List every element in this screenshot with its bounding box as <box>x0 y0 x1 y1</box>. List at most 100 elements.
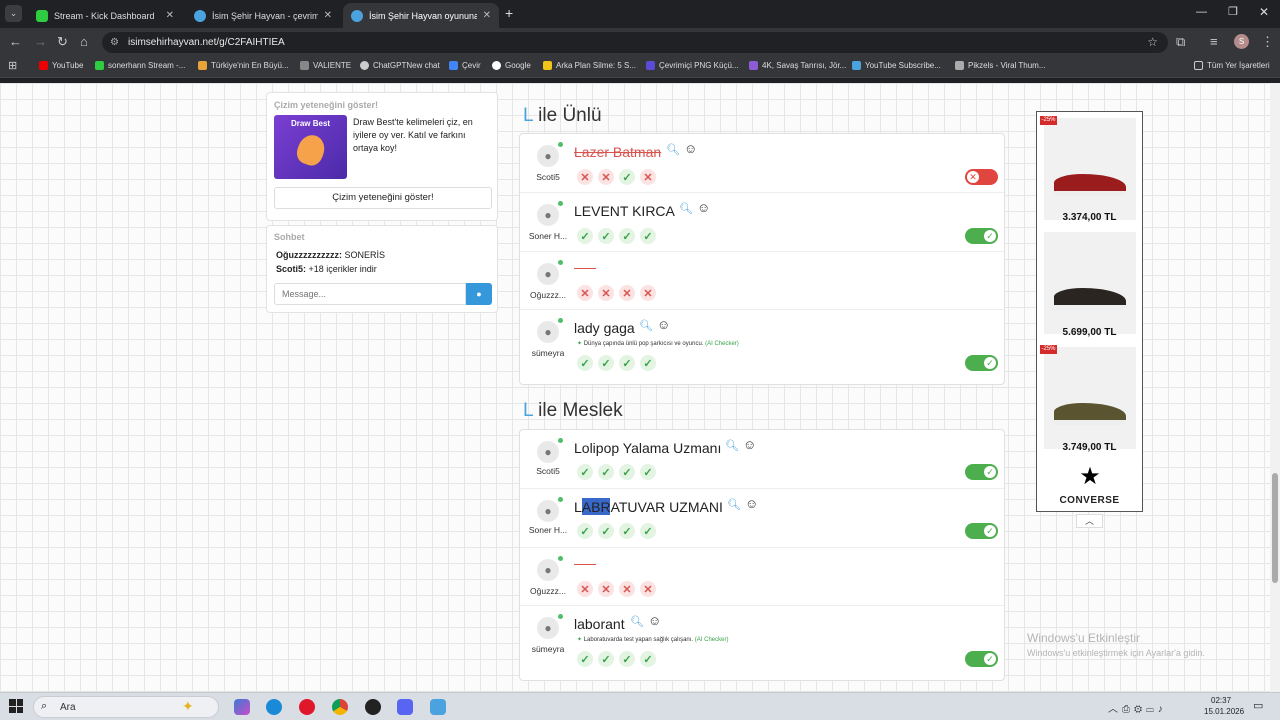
bookmark-turkiye[interactable]: Türkiye'nin En Büyü... <box>198 61 289 70</box>
shoe-image[interactable] <box>1044 347 1136 449</box>
back-icon[interactable]: ← <box>9 34 22 50</box>
emoji-icon[interactable]: ☺ <box>648 613 661 628</box>
emoji-icon[interactable]: ☺ <box>697 200 710 215</box>
notification-icon[interactable]: ▭ <box>1253 699 1263 712</box>
answer-row: ● Scoti5 Lolipop Yalama Uzmanı 🔍︎ ☺ ✓ ✓ ✓ ✓… <box>520 430 1004 489</box>
new-tab-button[interactable]: + <box>505 5 513 21</box>
menu-icon[interactable]: ⋮ <box>1261 34 1274 50</box>
red-shoe-icon <box>1054 174 1126 196</box>
taskbar-search[interactable]: ⌕ Ara ✦ <box>33 696 219 718</box>
close-icon[interactable]: ✕ <box>166 10 174 21</box>
tab-ish-1[interactable]: İsim Şehir Hayvan - çevrimiçi oy ✕ <box>186 3 340 28</box>
site-info-icon[interactable]: ⚙ <box>110 32 119 53</box>
search-icon[interactable]: 🔍︎ <box>639 319 653 332</box>
check-icon: ✓ <box>984 466 996 478</box>
tray-icons[interactable]: ︿⎙⚙▭♪ <box>1108 700 1167 715</box>
emoji-icon[interactable]: ☺ <box>745 496 758 511</box>
search-icon[interactable]: 🔍︎ <box>666 143 680 156</box>
apps-icon[interactable]: ⊞ <box>8 59 17 72</box>
converse-ad[interactable]: -25% 3.374,00 TL 5.699,00 TL -25% 3.749,… <box>1036 111 1143 512</box>
bookmark-youtube[interactable]: YouTube <box>39 61 83 70</box>
ai-hint: ✦ Laboratuvarda test yapan sağlık çalışa… <box>577 637 729 643</box>
vote-yes-icon: ✓ <box>640 651 656 667</box>
vote-toggle[interactable]: ✓ <box>965 464 998 480</box>
extensions-icon[interactable]: ⧉ <box>1176 34 1185 50</box>
bookmark-valiente[interactable]: VALIENTE <box>300 61 351 70</box>
price-label: 3.749,00 TL <box>1062 442 1117 453</box>
answer-word[interactable]: LABRATUVAR UZMANI <box>574 499 723 515</box>
search-icon[interactable]: 🔍︎ <box>630 615 644 628</box>
home-icon[interactable]: ⌂ <box>80 34 88 50</box>
vote-marks: ✓ ✓ ✓ ✓ <box>577 228 656 244</box>
bookmark-4k[interactable]: 4K, Savaş Tanrısı, Jör... <box>749 61 846 70</box>
search-icon[interactable]: 🔍︎ <box>725 439 739 452</box>
globe-icon <box>351 9 363 22</box>
vote-no-icon: ✕ <box>640 169 656 185</box>
search-icon[interactable]: 🔍︎ <box>679 202 693 215</box>
obs-icon[interactable] <box>365 699 381 715</box>
search-icon[interactable]: 🔍︎ <box>727 498 741 511</box>
app-icon[interactable] <box>430 699 446 715</box>
window-close-icon[interactable]: ✕ <box>1259 5 1269 19</box>
bookmark-star-icon[interactable]: ☆ <box>1147 32 1158 53</box>
reading-list-icon[interactable]: ≡ <box>1210 34 1218 50</box>
bookmark-png[interactable]: Çevrimiçi PNG Küçü... <box>646 61 739 70</box>
address-bar[interactable]: ⚙ isimsehirhayvan.net/g/C2FAIHTIEA ☆ <box>102 32 1168 53</box>
bookmark-kick[interactable]: sonerhann Stream -... <box>95 61 185 70</box>
tab-ish-2[interactable]: İsim Şehir Hayvan oyununa katı ✕ <box>343 3 499 28</box>
edge-icon[interactable] <box>266 699 282 715</box>
answer-row: ● Soner H... LEVENT KIRCA 🔍︎ ☺ ✓ ✓ ✓ ✓ ✓ <box>520 193 1004 252</box>
avatar[interactable]: S <box>1234 34 1249 49</box>
scrollbar[interactable] <box>1270 83 1280 692</box>
converse-logo-icon: ★ <box>1079 463 1101 490</box>
tab-kick[interactable]: Stream - Kick Dashboard ✕ <box>28 3 182 28</box>
black-shoe-icon <box>1054 288 1126 310</box>
draw-best-thumbnail[interactable]: Draw Best <box>274 115 347 179</box>
vote-toggle[interactable]: ✓ <box>965 228 998 244</box>
bookmark-arka-plan[interactable]: Arka Plan Silme: 5 S... <box>543 61 636 70</box>
bookmark-chatgpt[interactable]: ChatGPTNew chat <box>360 61 440 70</box>
chat-input[interactable] <box>274 283 466 305</box>
opera-icon[interactable] <box>299 699 315 715</box>
bookmark-cevir[interactable]: Çevir <box>449 61 481 70</box>
sparkle-icon: ✦ <box>182 698 194 714</box>
answers-card-unlu: ● Scoti5 Lazer Batman 🔍︎ ☺ ✕ ✕ ✓ ✕ ✕ ● Sone… <box>519 133 1005 385</box>
answer-row: ● sümeyra laborant 🔍︎ ☺ ✦ Laboratuvarda … <box>520 606 1004 682</box>
emoji-icon[interactable]: ☺ <box>684 141 697 156</box>
vote-toggle[interactable]: ✕ <box>965 169 998 185</box>
vote-yes-icon: ✓ <box>577 523 593 539</box>
chevron-up-icon[interactable]: ︿ <box>1076 514 1103 528</box>
vote-toggle[interactable]: ✓ <box>965 651 998 667</box>
shoe-image[interactable] <box>1044 118 1136 220</box>
minimize-icon[interactable]: — <box>1196 6 1207 18</box>
windows-start-icon[interactable] <box>9 699 23 713</box>
vote-no-icon: ✕ <box>640 581 656 597</box>
shoe-image[interactable] <box>1044 232 1136 334</box>
reload-icon[interactable]: ↻ <box>57 34 68 50</box>
copilot-icon[interactable] <box>234 699 250 715</box>
bookmark-yt-subscribe[interactable]: YouTube Subscribe... <box>852 61 941 70</box>
vote-toggle[interactable]: ✓ <box>965 523 998 539</box>
maximize-icon[interactable]: ❐ <box>1228 5 1238 18</box>
player-name: Scoti5 <box>536 466 560 476</box>
vote-yes-icon: ✓ <box>577 464 593 480</box>
send-button[interactable]: ● <box>466 283 492 305</box>
vote-toggle[interactable]: ✓ <box>965 355 998 371</box>
brand-label: CONVERSE <box>1059 495 1120 506</box>
discord-icon[interactable] <box>397 699 413 715</box>
all-bookmarks[interactable]: Tüm Yer İşaretleri <box>1194 61 1270 70</box>
close-icon[interactable]: ✕ <box>324 10 332 21</box>
chrome-icon[interactable] <box>332 699 348 715</box>
tab-search-button[interactable]: ⌄ <box>5 5 22 22</box>
bookmark-pikzels[interactable]: Pikzels - Viral Thum... <box>955 61 1046 70</box>
site-icon <box>749 61 758 70</box>
forward-icon[interactable]: → <box>34 34 47 50</box>
vote-marks: ✕ ✕ ✓ ✕ <box>577 169 656 185</box>
bookmark-google[interactable]: Google <box>492 61 531 70</box>
olive-shoe-icon <box>1054 403 1126 425</box>
emoji-icon[interactable]: ☺ <box>743 437 756 452</box>
emoji-icon[interactable]: ☺ <box>657 317 670 332</box>
close-icon[interactable]: ✕ <box>483 10 491 21</box>
player-name: Scoti5 <box>536 172 560 182</box>
draw-button[interactable]: Çizim yeteneğini göster! <box>274 187 492 209</box>
